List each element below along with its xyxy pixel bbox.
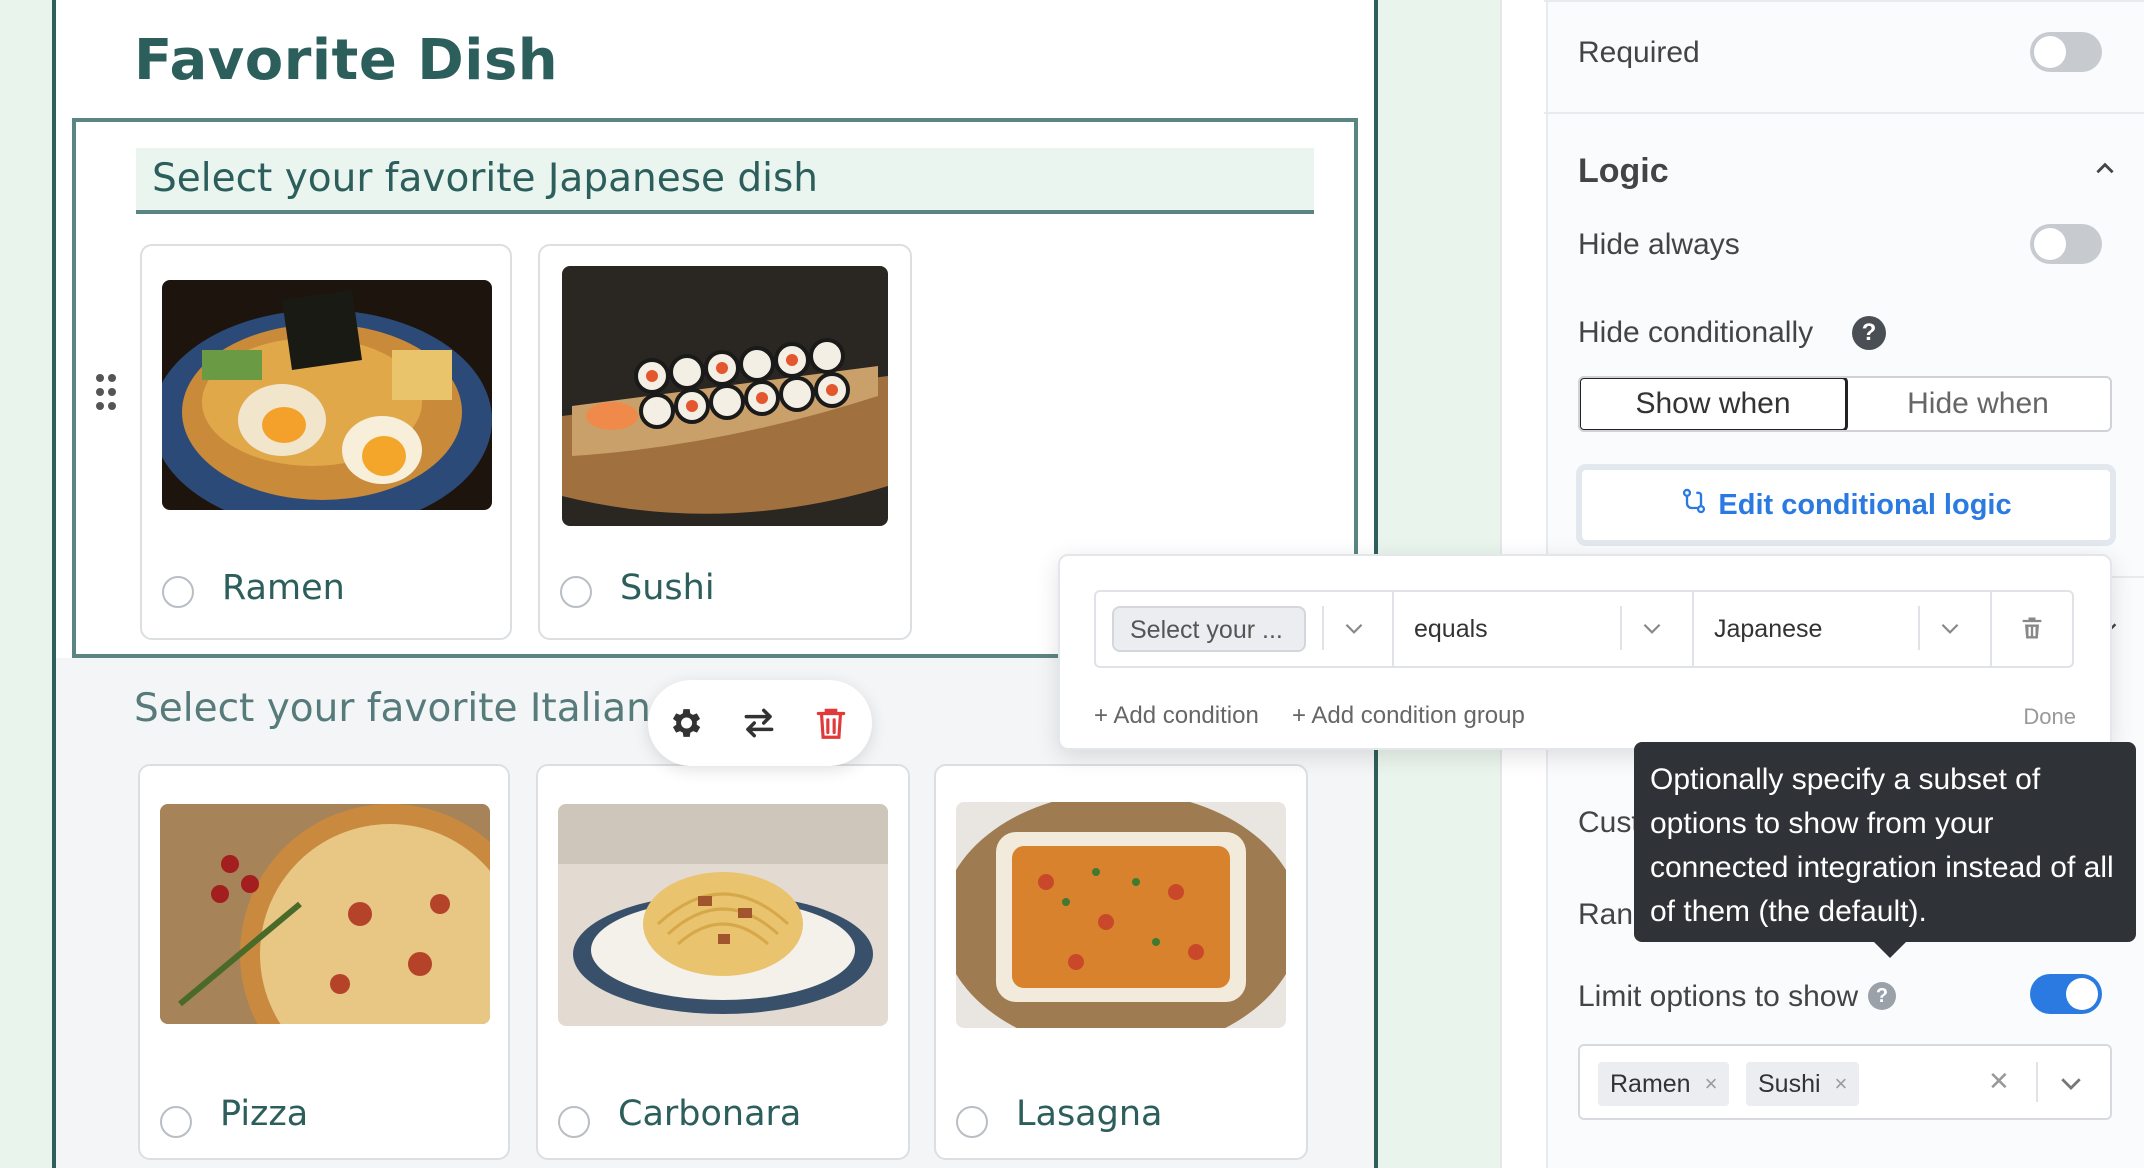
separator xyxy=(1392,592,1394,666)
option-card-lasagna[interactable]: Lasagna xyxy=(934,764,1308,1160)
gear-icon[interactable] xyxy=(662,700,708,746)
radio-sushi[interactable] xyxy=(560,576,592,608)
help-tooltip: Optionally specify a subset of options t… xyxy=(1634,742,2136,958)
hide-conditionally-label: Hide conditionally xyxy=(1578,316,1814,349)
add-condition-group-link[interactable]: + Add condition group xyxy=(1292,702,1525,730)
radio-lasagna[interactable] xyxy=(956,1106,988,1138)
sushi-image xyxy=(562,266,888,526)
required-toggle[interactable] xyxy=(2030,32,2102,72)
limit-options-label: Limit options to show xyxy=(1578,980,1859,1013)
question-heading[interactable]: Select your favorite Italian di xyxy=(134,686,699,731)
carbonara-image xyxy=(558,804,888,1026)
question-toolbar xyxy=(648,680,872,766)
segment-show-when[interactable]: Show when xyxy=(1580,378,1848,430)
logic-heading: Logic xyxy=(1578,152,1669,190)
radio-ramen[interactable] xyxy=(162,576,194,608)
limit-options-select[interactable]: Ramen × Sushi × ✕ xyxy=(1578,1044,2112,1120)
hide-always-toggle[interactable] xyxy=(2030,224,2102,264)
chevron-up-icon[interactable] xyxy=(2092,156,2118,187)
value-select[interactable]: Japanese xyxy=(1714,592,1822,666)
option-card-pizza[interactable]: Pizza xyxy=(138,764,510,1160)
help-icon[interactable]: ? xyxy=(1852,316,1886,350)
separator xyxy=(1620,606,1622,650)
separator xyxy=(1322,606,1324,650)
branch-icon xyxy=(1680,486,1708,524)
segment-hide-when[interactable]: Hide when xyxy=(1846,378,2110,430)
option-card-sushi[interactable]: Sushi xyxy=(538,244,912,640)
selected-tag-ramen: Ramen × xyxy=(1598,1062,1730,1106)
edit-logic-label: Edit conditional logic xyxy=(1718,488,2012,521)
conditional-logic-popover: Select your ... equals Japanese + Add co… xyxy=(1058,554,2112,750)
operator-select[interactable]: equals xyxy=(1414,592,1488,666)
option-label-ramen: Ramen xyxy=(222,568,345,608)
divider xyxy=(1544,0,2144,2)
radio-pizza[interactable] xyxy=(160,1106,192,1138)
chevron-down-icon[interactable] xyxy=(2056,1068,2086,1103)
option-label-sushi: Sushi xyxy=(620,568,715,608)
separator xyxy=(1918,606,1920,650)
tooltip-arrow xyxy=(1874,942,1906,958)
condition-row: Select your ... equals Japanese xyxy=(1094,590,2074,668)
trash-icon[interactable] xyxy=(2010,606,2054,650)
pizza-image xyxy=(160,804,490,1024)
remove-tag-icon[interactable]: × xyxy=(1835,1071,1848,1097)
chevron-down-icon[interactable] xyxy=(1928,606,1972,650)
drag-handle-icon[interactable] xyxy=(94,372,124,412)
option-card-carbonara[interactable]: Carbonara xyxy=(536,764,910,1160)
form-title: Favorite Dish xyxy=(134,28,559,93)
separator xyxy=(1990,592,1992,666)
option-label-carbonara: Carbonara xyxy=(618,1094,802,1134)
help-icon[interactable]: ? xyxy=(1868,982,1896,1010)
lasagna-image xyxy=(956,802,1286,1028)
hide-always-label: Hide always xyxy=(1578,228,1740,261)
ramen-image xyxy=(162,280,492,510)
required-label: Required xyxy=(1578,36,1700,69)
custom-options-label: Cust xyxy=(1578,806,1640,839)
separator xyxy=(2036,1062,2038,1102)
chevron-down-icon[interactable] xyxy=(1332,606,1376,650)
option-card-ramen[interactable]: Ramen xyxy=(140,244,512,640)
clear-icon[interactable]: ✕ xyxy=(1988,1066,2010,1097)
swap-icon[interactable] xyxy=(736,700,782,746)
add-condition-link[interactable]: + Add condition xyxy=(1094,702,1259,730)
separator xyxy=(1692,592,1694,666)
show-hide-segmented-control: Show when Hide when xyxy=(1578,376,2112,432)
divider xyxy=(1544,112,2144,114)
remove-tag-icon[interactable]: × xyxy=(1705,1071,1718,1097)
option-label-lasagna: Lasagna xyxy=(1016,1094,1163,1134)
question-heading[interactable]: Select your favorite Japanese dish xyxy=(136,148,1314,214)
option-label-pizza: Pizza xyxy=(220,1094,309,1134)
done-button[interactable]: Done xyxy=(2023,704,2076,730)
field-select[interactable]: Select your ... xyxy=(1112,606,1306,652)
limit-options-toggle[interactable] xyxy=(2030,974,2102,1014)
selected-tag-sushi: Sushi × xyxy=(1746,1062,1860,1106)
chevron-down-icon[interactable] xyxy=(1630,606,1674,650)
edit-conditional-logic-button[interactable]: Edit conditional logic xyxy=(1576,464,2116,546)
trash-icon[interactable] xyxy=(808,700,854,746)
radio-carbonara[interactable] xyxy=(558,1106,590,1138)
